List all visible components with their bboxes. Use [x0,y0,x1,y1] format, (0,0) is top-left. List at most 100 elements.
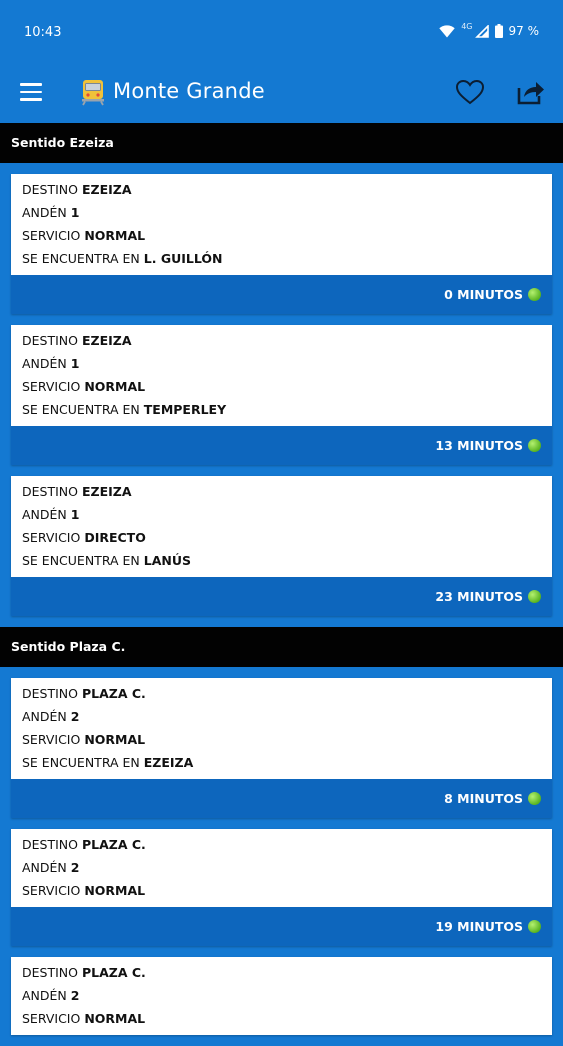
heart-outline-icon[interactable] [455,78,485,106]
card-line: ANDÉN 1 [22,352,541,375]
line-value: PLAZA C. [81,965,146,980]
line-label: SERVICIO [22,530,81,545]
eta-bar: 8 MINUTOS [11,779,552,818]
line-value: 1 [70,507,80,522]
line-label: ANDÉN [22,709,67,724]
card-line: ANDÉN 2 [22,705,541,728]
eta-bar: 19 MINUTOS [11,907,552,946]
card-body: DESTINO PLAZA C. ANDÉN 2 SERVICIO NORMAL [11,957,552,1035]
line-value: NORMAL [84,1011,146,1026]
line-value: 2 [70,709,80,724]
line-value: NORMAL [84,228,146,243]
line-label: ANDÉN [22,860,67,875]
section-header: Sentido Ezeiza [0,123,563,163]
line-label: ANDÉN [22,205,67,220]
line-label: SERVICIO [22,732,81,747]
card-body: DESTINO EZEIZA ANDÉN 1 SERVICIO DIRECTO SE … [11,476,552,577]
page-title: Monte Grande [113,79,265,103]
line-value: NORMAL [84,379,146,394]
eta-bar: 13 MINUTOS [11,426,552,465]
train-card[interactable]: DESTINO EZEIZA ANDÉN 1 SERVICIO DIRECTO SE … [11,476,552,616]
green-dot-icon [528,288,541,301]
green-dot-icon [528,792,541,805]
card-line: SERVICIO NORMAL [22,728,541,751]
line-label: ANDÉN [22,988,67,1003]
card-line: SE ENCUENTRA EN L. GUILLÓN [22,247,541,270]
line-value: LANÚS [143,553,192,568]
eta-bar: 0 MINUTOS [11,275,552,314]
green-dot-icon [528,590,541,603]
line-label: DESTINO [22,965,78,980]
train-icon [82,80,104,106]
card-body: DESTINO PLAZA C. ANDÉN 2 SERVICIO NORMAL [11,829,552,907]
card-line: DESTINO EZEIZA [22,480,541,503]
line-label: ANDÉN [22,507,67,522]
train-card[interactable]: DESTINO PLAZA C. ANDÉN 2 SERVICIO NORMAL 19… [11,829,552,946]
card-line: SERVICIO NORMAL [22,1007,541,1030]
battery-percent: 97 % [508,24,540,38]
line-value: EZEIZA [143,755,194,770]
line-value: EZEIZA [81,182,132,197]
line-label: SERVICIO [22,883,81,898]
app-bar: Monte Grande [0,64,563,123]
line-value: TEMPERLEY [143,402,227,417]
line-label: DESTINO [22,333,78,348]
card-line: DESTINO EZEIZA [22,329,541,352]
section-header: Sentido Plaza C. [0,627,563,667]
card-body: DESTINO EZEIZA ANDÉN 1 SERVICIO NORMAL SE E… [11,174,552,275]
line-value: EZEIZA [81,333,132,348]
card-body: DESTINO EZEIZA ANDÉN 1 SERVICIO NORMAL SE E… [11,325,552,426]
line-label: SERVICIO [22,1011,81,1026]
arrivals-list: Sentido Ezeiza DESTINO EZEIZA ANDÉN 1 SERVI… [0,123,563,1046]
card-line: SE ENCUENTRA EN LANÚS [22,549,541,572]
eta-text: 23 MINUTOS [435,589,523,604]
train-card[interactable]: DESTINO EZEIZA ANDÉN 1 SERVICIO NORMAL SE E… [11,325,552,465]
eta-text: 0 MINUTOS [444,287,523,302]
line-value: NORMAL [84,732,146,747]
eta-bar: 23 MINUTOS [11,577,552,616]
status-bar: 10:43 4G 97 % [0,0,563,64]
line-value: 2 [70,988,80,1003]
line-value: L. GUILLÓN [143,251,223,266]
line-value: DIRECTO [84,530,146,545]
status-time: 10:43 [24,25,62,40]
wifi-icon [439,24,455,37]
eta-text: 19 MINUTOS [435,919,523,934]
status-icons: 4G 97 % [439,21,540,38]
train-card[interactable]: DESTINO EZEIZA ANDÉN 1 SERVICIO NORMAL SE E… [11,174,552,314]
line-value: PLAZA C. [81,837,146,852]
line-label: DESTINO [22,484,78,499]
line-label: SE ENCUENTRA EN [22,402,140,417]
eta-text: 8 MINUTOS [444,791,523,806]
card-line: ANDÉN 1 [22,201,541,224]
line-label: DESTINO [22,837,78,852]
card-line: DESTINO PLAZA C. [22,833,541,856]
line-label: DESTINO [22,686,78,701]
line-value: 2 [70,860,80,875]
card-line: SERVICIO DIRECTO [22,526,541,549]
battery-icon [494,24,503,38]
hamburger-menu-icon[interactable] [20,83,42,103]
share-icon[interactable] [517,79,545,105]
train-card[interactable]: DESTINO PLAZA C. ANDÉN 2 SERVICIO NORMAL SE… [11,678,552,818]
card-line: SERVICIO NORMAL [22,375,541,398]
card-line: DESTINO PLAZA C. [22,961,541,984]
line-label: DESTINO [22,182,78,197]
card-line: ANDÉN 2 [22,984,541,1007]
network-type: 4G [461,21,473,31]
signal-icon [474,24,489,38]
train-card[interactable]: DESTINO PLAZA C. ANDÉN 2 SERVICIO NORMAL [11,957,552,1035]
card-line: DESTINO PLAZA C. [22,682,541,705]
card-line: DESTINO EZEIZA [22,178,541,201]
line-label: SE ENCUENTRA EN [22,251,140,266]
card-line: SERVICIO NORMAL [22,224,541,247]
line-label: SERVICIO [22,379,81,394]
line-label: SERVICIO [22,228,81,243]
green-dot-icon [528,439,541,452]
card-list: DESTINO EZEIZA ANDÉN 1 SERVICIO NORMAL SE E… [0,163,563,616]
card-body: DESTINO PLAZA C. ANDÉN 2 SERVICIO NORMAL SE… [11,678,552,779]
card-line: SE ENCUENTRA EN EZEIZA [22,751,541,774]
line-value: EZEIZA [81,484,132,499]
card-line: SERVICIO NORMAL [22,879,541,902]
line-label: ANDÉN [22,356,67,371]
